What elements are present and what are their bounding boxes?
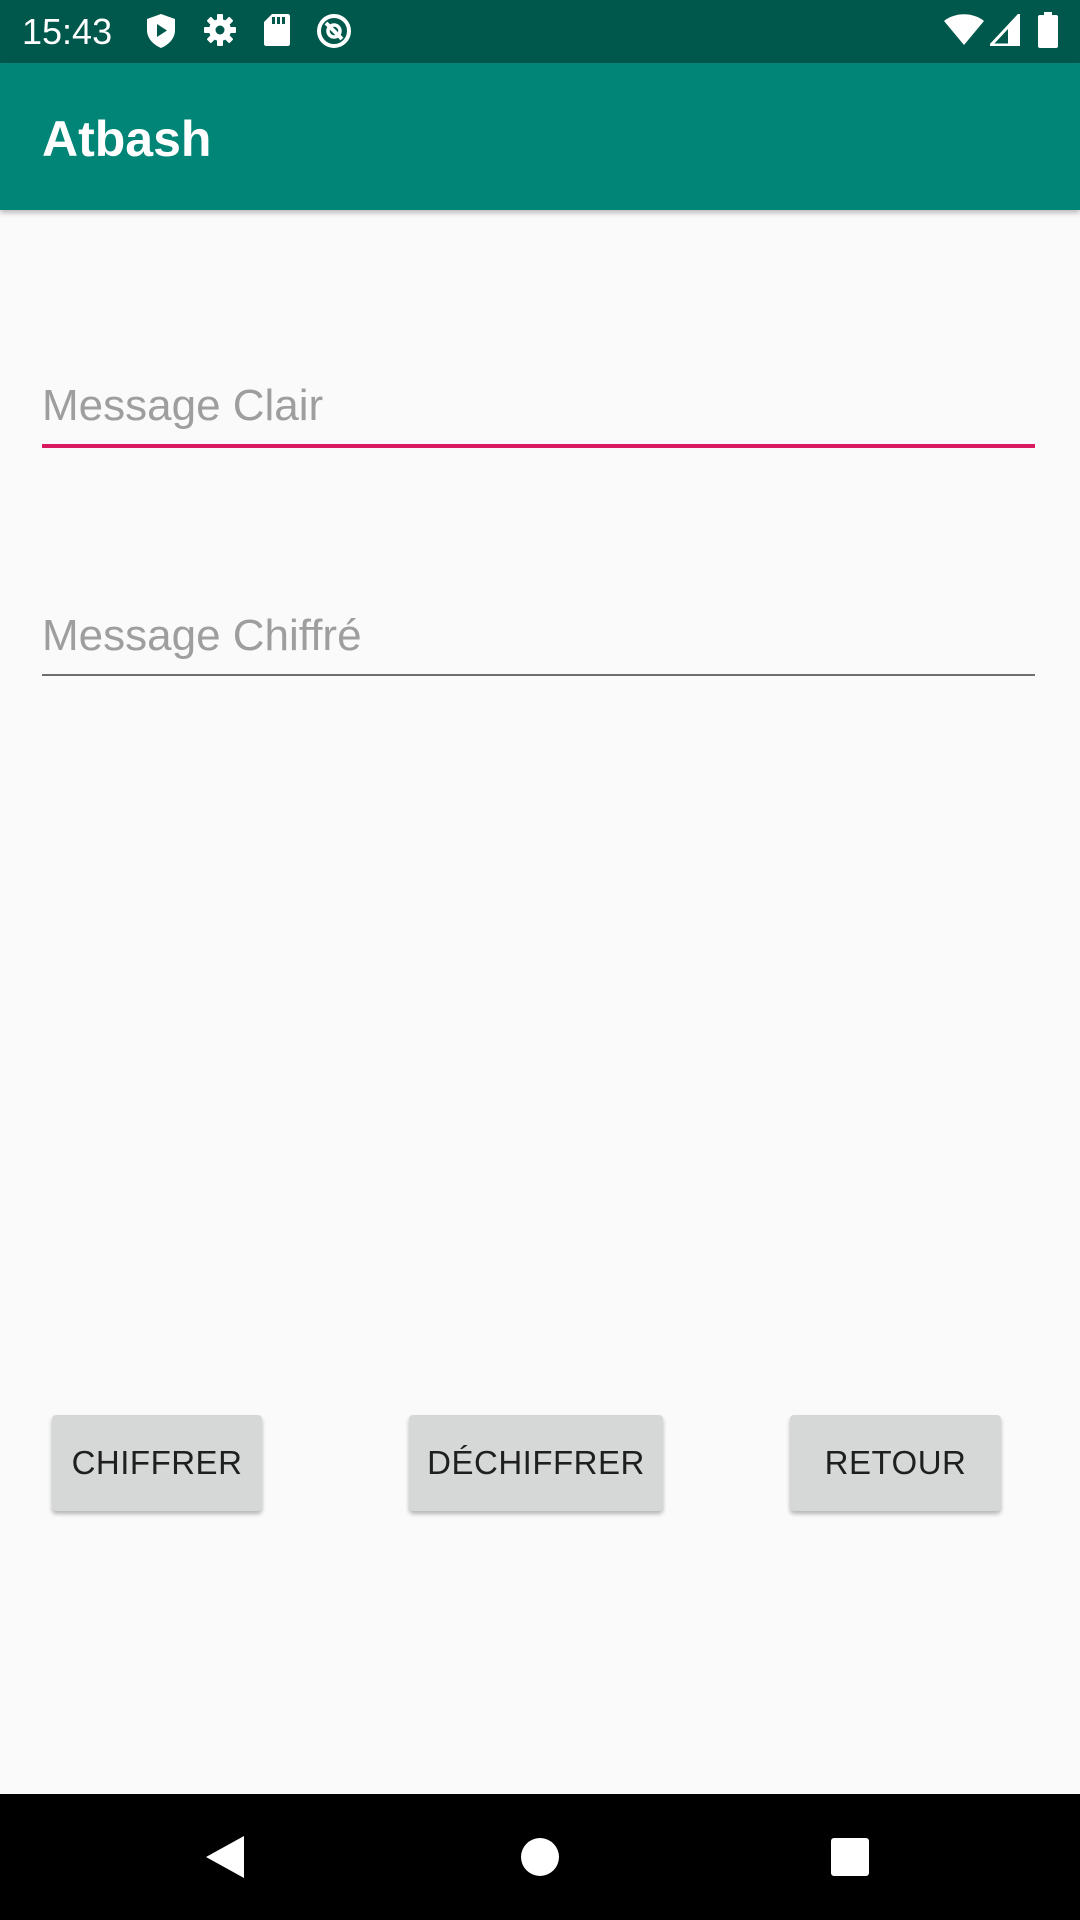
nav-back-button[interactable]	[165, 1794, 285, 1920]
app-screen: 15:43 Atbash Message Clair Message Chiff…	[0, 0, 1080, 1920]
home-circle-icon	[521, 1838, 559, 1876]
gear-icon	[203, 13, 237, 47]
clear-message-underline	[42, 444, 1035, 448]
nav-recents-button[interactable]	[790, 1794, 910, 1920]
recents-square-icon	[831, 1838, 869, 1876]
cipher-message-underline	[42, 674, 1035, 676]
encrypt-button[interactable]: CHIFFRER	[52, 1415, 262, 1511]
status-time: 15:43	[22, 11, 113, 52]
cipher-message-input[interactable]	[42, 596, 1035, 676]
navigation-bar	[0, 1794, 1080, 1920]
battery-icon	[1038, 12, 1058, 48]
app-bar: Atbash	[0, 63, 1080, 210]
clear-message-field[interactable]	[42, 366, 1035, 448]
wifi-icon	[944, 14, 984, 46]
sd-card-icon	[263, 13, 291, 47]
cell-signal-icon	[990, 14, 1020, 46]
clear-message-input[interactable]	[42, 366, 1035, 446]
back-triangle-icon	[206, 1836, 244, 1878]
at-sign-icon	[316, 13, 352, 49]
back-button[interactable]: RETOUR	[790, 1415, 1001, 1511]
decrypt-button[interactable]: DÉCHIFFRER	[409, 1415, 663, 1511]
status-bar: 15:43	[0, 0, 1080, 63]
nav-home-button[interactable]	[480, 1794, 600, 1920]
app-title: Atbash	[42, 111, 212, 167]
cipher-message-field[interactable]	[42, 596, 1035, 676]
shield-play-icon	[145, 13, 177, 49]
